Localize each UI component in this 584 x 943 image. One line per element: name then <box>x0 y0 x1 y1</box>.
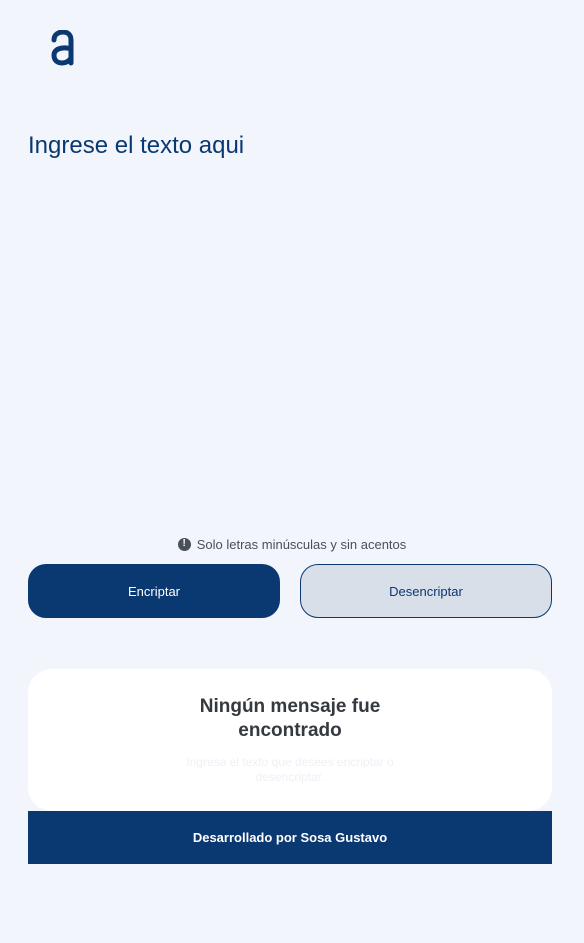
encrypt-button[interactable]: Encriptar <box>28 564 280 618</box>
alura-logo-icon <box>51 30 74 66</box>
hint-text: Solo letras minúsculas y sin acentos <box>196 536 407 552</box>
output-title: Ningún mensaje fue encontrado <box>199 696 381 741</box>
input-hint: ! Solo letras minúsculas y sin acentos <box>0 535 584 553</box>
footer: Desarrollado por Sosa Gustavo <box>28 811 552 864</box>
decrypt-button[interactable]: Desencriptar <box>300 564 552 618</box>
output-panel: Ningún mensaje fue encontrado Ingresa el… <box>28 669 552 811</box>
exclamation-circle-icon: ! <box>177 537 191 551</box>
text-input[interactable] <box>28 128 554 512</box>
footer-text: Desarrollado por Sosa Gustavo <box>192 830 388 845</box>
output-text: Ingresa el texto que desees encriptar o … <box>186 755 394 784</box>
